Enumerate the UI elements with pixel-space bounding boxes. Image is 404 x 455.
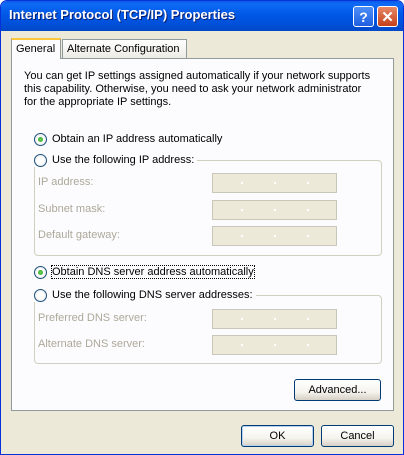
octet-separator <box>273 344 276 346</box>
description-text: You can get IP settings assigned automat… <box>24 70 371 108</box>
use-following-ip-label: Use the following IP address: <box>52 154 195 166</box>
octet-separator <box>273 235 276 237</box>
help-button[interactable]: ? <box>353 6 374 27</box>
default-gateway-input[interactable] <box>212 226 337 246</box>
use-following-ip-radio[interactable]: Use the following IP address: <box>34 153 198 167</box>
octet-separator <box>240 344 243 346</box>
title-bar[interactable]: Internet Protocol (TCP/IP) Properties ? … <box>1 1 403 31</box>
octet-separator <box>306 209 309 211</box>
advanced-button[interactable]: Advanced... <box>294 379 381 401</box>
octet-separator <box>273 318 276 320</box>
use-following-dns-label: Use the following DNS server addresses: <box>52 289 253 301</box>
subnet-mask-label: Subnet mask: <box>38 203 106 215</box>
alternate-dns-input[interactable] <box>212 335 337 355</box>
ip-address-label: IP address: <box>38 176 94 188</box>
tab-alternate-configuration[interactable]: Alternate Configuration <box>62 39 187 58</box>
obtain-dns-auto-label: Obtain DNS server address automatically <box>51 265 255 279</box>
octet-separator <box>306 182 309 184</box>
general-tab-panel: You can get IP settings assigned automat… <box>11 58 394 411</box>
help-icon: ? <box>359 8 368 25</box>
alternate-dns-label: Alternate DNS server: <box>38 338 145 350</box>
tab-general[interactable]: General <box>11 38 61 59</box>
default-gateway-label: Default gateway: <box>38 229 120 241</box>
ok-button[interactable]: OK <box>241 425 314 447</box>
radio-unselected-icon <box>34 288 47 302</box>
octet-separator <box>306 344 309 346</box>
radio-unselected-icon <box>34 153 47 167</box>
octet-separator <box>240 209 243 211</box>
obtain-ip-auto-radio[interactable]: Obtain an IP address automatically <box>34 132 222 146</box>
obtain-dns-auto-radio[interactable]: Obtain DNS server address automatically <box>34 265 255 279</box>
subnet-mask-input[interactable] <box>212 200 337 220</box>
octet-separator <box>273 209 276 211</box>
octet-separator <box>240 182 243 184</box>
octet-separator <box>306 318 309 320</box>
octet-separator <box>306 235 309 237</box>
preferred-dns-label: Preferred DNS server: <box>38 312 147 324</box>
obtain-ip-auto-label: Obtain an IP address automatically <box>52 133 223 145</box>
properties-dialog: Internet Protocol (TCP/IP) Properties ? … <box>0 0 404 455</box>
octet-separator <box>240 235 243 237</box>
cancel-button[interactable]: Cancel <box>321 425 394 447</box>
close-icon: ✕ <box>381 8 394 26</box>
use-following-dns-radio[interactable]: Use the following DNS server addresses: <box>34 288 256 302</box>
window-title: Internet Protocol (TCP/IP) Properties <box>9 7 236 22</box>
octet-separator <box>240 318 243 320</box>
radio-selected-icon <box>34 132 47 146</box>
preferred-dns-input[interactable] <box>212 309 337 329</box>
ip-address-input[interactable] <box>212 173 337 193</box>
radio-selected-icon <box>34 265 47 279</box>
octet-separator <box>273 182 276 184</box>
close-button[interactable]: ✕ <box>377 6 398 27</box>
